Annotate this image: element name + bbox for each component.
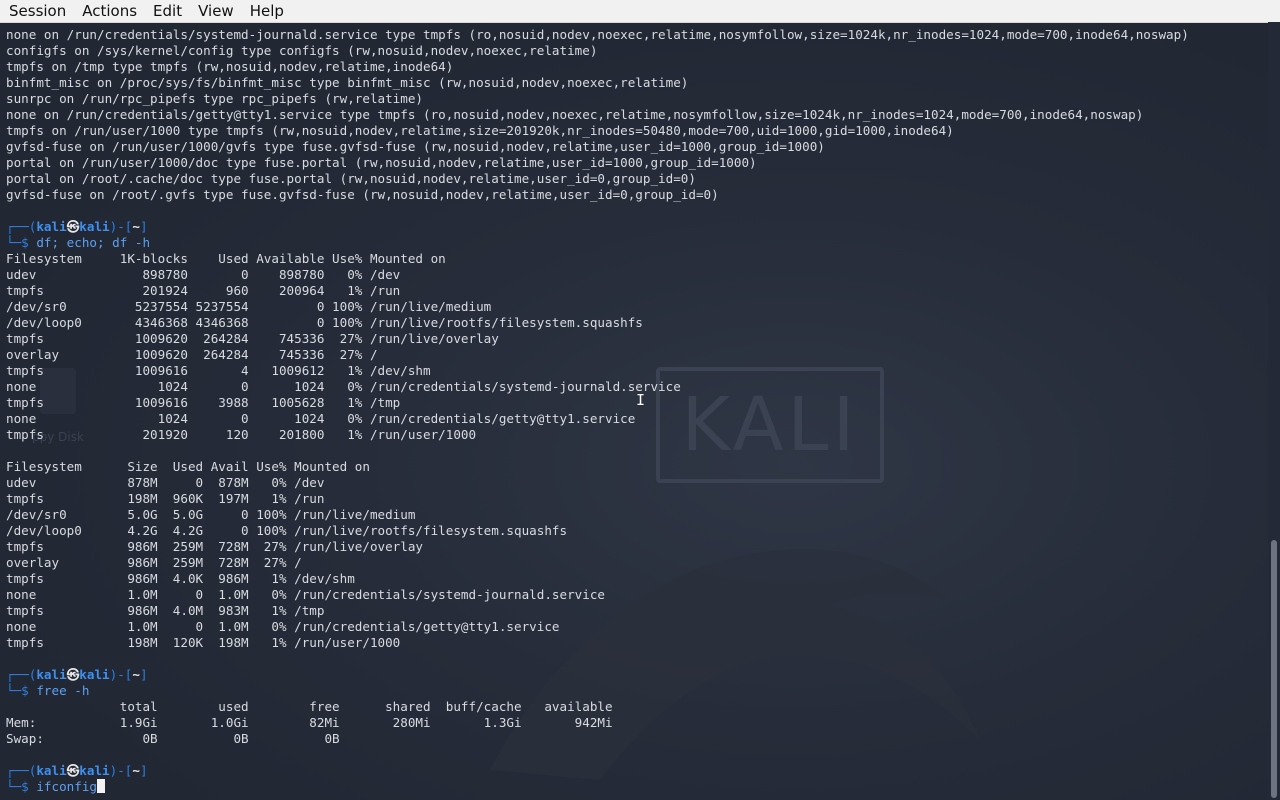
dfh-row: /dev/loop0 4.2G 4.2G 0 100% /run/live/ro… bbox=[6, 523, 568, 538]
dfh-row: tmpfs 986M 4.0K 986M 1% /dev/shm bbox=[6, 571, 355, 586]
command-text: df; echo; df -h bbox=[36, 235, 151, 250]
df-row: /dev/loop0 4346368 4346368 0 100% /run/l… bbox=[6, 315, 643, 330]
menu-bar: Session Actions Edit View Help bbox=[0, 0, 1280, 23]
command-text: free -h bbox=[36, 683, 90, 698]
dfh-row: tmpfs 198M 960K 197M 1% /run bbox=[6, 491, 325, 506]
menu-edit[interactable]: Edit bbox=[145, 0, 190, 22]
output-line: portal on /run/user/1000/doc type fuse.p… bbox=[6, 155, 757, 170]
output-line: none on /run/credentials/systemd-journal… bbox=[6, 27, 1189, 42]
dfh-row: udev 878M 0 878M 0% /dev bbox=[6, 475, 325, 490]
terminal-output[interactable]: none on /run/credentials/systemd-journal… bbox=[6, 27, 1268, 800]
output-line: gvfsd-fuse on /root/.gvfs type fuse.gvfs… bbox=[6, 187, 719, 202]
prompt-header: ┌──(kali㉿kali)-[~] bbox=[6, 667, 148, 682]
output-line: sunrpc on /run/rpc_pipefs type rpc_pipef… bbox=[6, 91, 424, 106]
scrollbar-thumb[interactable] bbox=[1271, 540, 1277, 798]
command-input: ifconfig bbox=[36, 779, 98, 794]
df-header: Filesystem 1K-blocks Used Available Use%… bbox=[6, 251, 446, 266]
output-line: gvfsd-fuse on /run/user/1000/gvfs type f… bbox=[6, 139, 825, 154]
df-row: none 1024 0 1024 0% /run/credentials/get… bbox=[6, 411, 636, 426]
prompt-header: ┌──(kali㉿kali)-[~] bbox=[6, 763, 148, 778]
dfh-row: none 1.0M 0 1.0M 0% /run/credentials/sys… bbox=[6, 587, 605, 602]
dfh-row: /dev/sr0 5.0G 5.0G 0 100% /run/live/medi… bbox=[6, 507, 416, 522]
dfh-row: tmpfs 986M 4.0M 983M 1% /tmp bbox=[6, 603, 325, 618]
output-line: portal on /root/.cache/doc type fuse.por… bbox=[6, 171, 696, 186]
menu-session[interactable]: Session bbox=[0, 0, 74, 22]
prompt-command-line: └─$ df; echo; df -h bbox=[6, 235, 151, 250]
output-line: binfmt_misc on /proc/sys/fs/binfmt_misc … bbox=[6, 75, 689, 90]
output-line: tmpfs on /tmp type tmpfs (rw,nosuid,node… bbox=[6, 59, 454, 74]
dfh-row: none 1.0M 0 1.0M 0% /run/credentials/get… bbox=[6, 619, 560, 634]
dfh-row: tmpfs 986M 259M 728M 27% /run/live/overl… bbox=[6, 539, 424, 554]
output-line: configfs on /sys/kernel/config type conf… bbox=[6, 43, 598, 58]
free-row: Swap: 0B 0B 0B bbox=[6, 731, 340, 746]
output-line: none on /run/credentials/getty@tty1.serv… bbox=[6, 107, 1144, 122]
ibeam-cursor-icon: I bbox=[636, 391, 646, 409]
df-row: tmpfs 1009616 4 1009612 1% /dev/shm bbox=[6, 363, 431, 378]
df-row: tmpfs 201920 120 201800 1% /run/user/100… bbox=[6, 427, 477, 442]
menu-help[interactable]: Help bbox=[242, 0, 292, 22]
dfh-row: overlay 986M 259M 728M 27% / bbox=[6, 555, 302, 570]
df-row: /dev/sr0 5237554 5237554 0 100% /run/liv… bbox=[6, 299, 492, 314]
text-cursor bbox=[97, 779, 106, 793]
menu-actions[interactable]: Actions bbox=[74, 0, 145, 22]
prompt-command-line[interactable]: └─$ ifconfig bbox=[6, 779, 1268, 795]
df-row: tmpfs 201924 960 200964 1% /run bbox=[6, 283, 401, 298]
output-line: tmpfs on /run/user/1000 type tmpfs (rw,n… bbox=[6, 123, 954, 138]
df-row: overlay 1009620 264284 745336 27% / bbox=[6, 347, 378, 362]
free-header: total used free shared buff/cache availa… bbox=[6, 699, 613, 714]
free-row: Mem: 1.9Gi 1.0Gi 82Mi 280Mi 1.3Gi 942Mi bbox=[6, 715, 613, 730]
prompt-command-line: └─$ free -h bbox=[6, 683, 90, 698]
prompt-header: ┌──(kali㉿kali)-[~] bbox=[6, 219, 148, 234]
df-row: tmpfs 1009620 264284 745336 27% /run/liv… bbox=[6, 331, 499, 346]
df-row: udev 898780 0 898780 0% /dev bbox=[6, 267, 401, 282]
dfh-header: Filesystem Size Used Avail Use% Mounted … bbox=[6, 459, 370, 474]
dfh-row: tmpfs 198M 120K 198M 1% /run/user/1000 bbox=[6, 635, 401, 650]
menu-view[interactable]: View bbox=[190, 0, 242, 22]
